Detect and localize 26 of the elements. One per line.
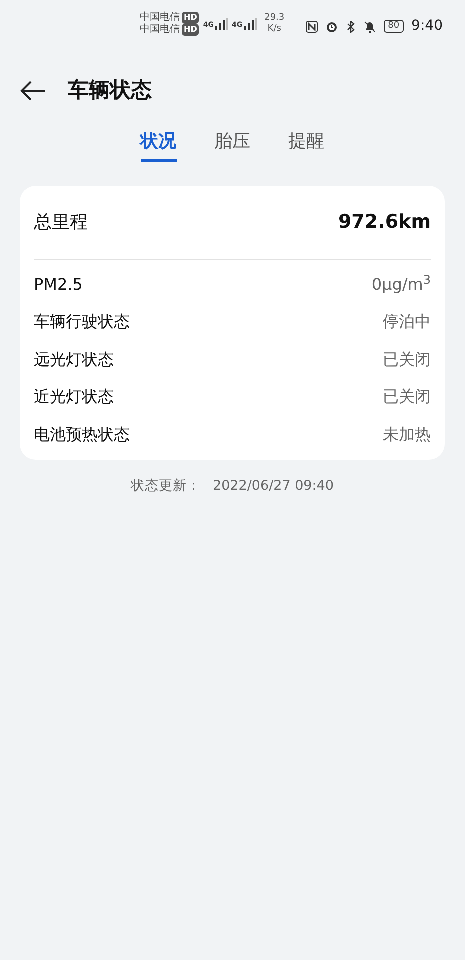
- status-label: 近光灯状态: [34, 386, 114, 408]
- page-title: 车辆状态: [68, 77, 152, 104]
- carrier-name: 中国电信: [140, 24, 180, 36]
- status-value: 已关闭: [383, 348, 431, 371]
- hd-badge: HD: [182, 24, 200, 36]
- status-label: 车辆行驶状态: [34, 311, 130, 334]
- status-value: 未加热: [383, 424, 431, 446]
- tab[interactable]: 胎压: [214, 128, 250, 162]
- carrier-name: 中国电信: [140, 12, 180, 24]
- mileage-value: 972.6km: [338, 210, 431, 236]
- battery-indicator: 80: [384, 20, 404, 33]
- status-time: 9:40: [412, 17, 443, 36]
- mileage-label: 总里程: [34, 211, 88, 235]
- hd-badge: HD: [182, 12, 200, 24]
- status-label: 远光灯状态: [34, 348, 114, 371]
- update-label: 状态更新：: [130, 476, 201, 496]
- status-value: 已关闭: [383, 386, 431, 408]
- status-value: 0μg/m$^{3}$: [372, 272, 431, 296]
- tab[interactable]: 状况: [140, 128, 176, 162]
- status-label: PM2.5: [34, 274, 83, 296]
- status-value: 停泊中: [383, 311, 431, 334]
- update-time: 2022/06/27 09:40: [212, 476, 334, 496]
- status-label: 电池预热状态: [34, 424, 130, 446]
- speed-unit: K/s: [266, 24, 282, 35]
- network-speed: 29.3: [264, 13, 285, 24]
- tab[interactable]: 提醒: [288, 128, 324, 162]
